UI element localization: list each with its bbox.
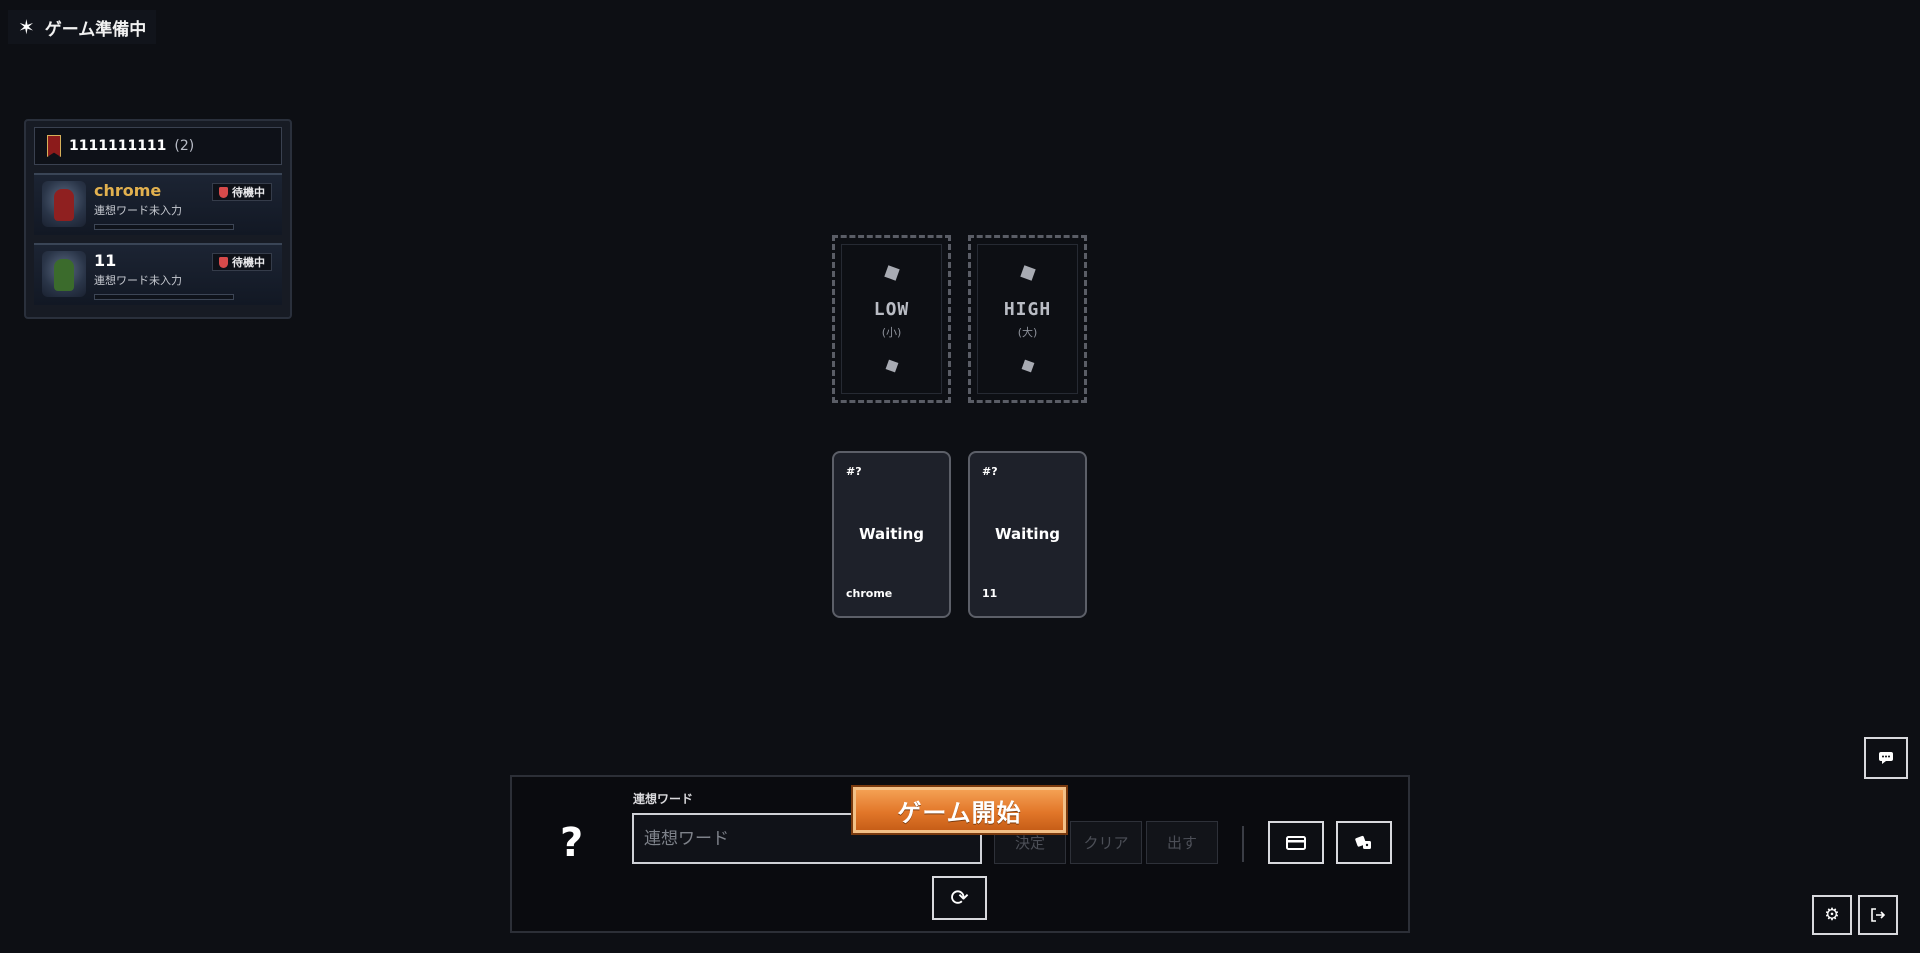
word-label: 連想ワード	[633, 792, 694, 806]
card-button[interactable]	[1268, 821, 1324, 864]
star-icon: ✶	[18, 15, 35, 39]
diamond-icon	[1021, 359, 1034, 373]
status-text: ゲーム準備中	[44, 19, 147, 40]
chat-button[interactable]	[1864, 737, 1908, 779]
status-badge: 待機中	[212, 183, 272, 201]
card-state: Waiting	[858, 525, 924, 543]
high-sublabel: (大)	[1017, 325, 1038, 339]
players-panel: 1111111111 (2) chrome 連想ワード未入力 待機中 11 連想…	[24, 119, 292, 319]
card-owner: 11	[982, 587, 998, 600]
clear-button[interactable]: クリア	[1070, 821, 1142, 864]
start-game-button[interactable]: ゲーム開始	[851, 785, 1068, 835]
team-header[interactable]: 1111111111 (2)	[34, 127, 282, 165]
high-label: HIGH	[1003, 298, 1052, 320]
settings-button[interactable]: ⚙	[1812, 895, 1852, 935]
dice-button[interactable]	[1336, 821, 1392, 864]
player-progress-bar	[94, 294, 234, 300]
diamond-icon	[1019, 265, 1036, 281]
gear-icon: ⚙	[1824, 905, 1840, 925]
exit-icon	[1871, 908, 1886, 922]
player-card[interactable]: 11 連想ワード未入力 待機中	[34, 243, 282, 305]
card-state: Waiting	[994, 525, 1060, 543]
diamond-icon	[883, 265, 900, 281]
exit-button[interactable]	[1858, 895, 1898, 935]
status-badge: 待機中	[212, 253, 272, 271]
question-mark: ?	[560, 820, 584, 866]
divider	[1242, 826, 1244, 862]
low-label: LOW	[873, 298, 910, 320]
status-badge-label: 待機中	[232, 186, 265, 199]
player-word-status: 連想ワード未入力	[94, 204, 182, 217]
player-progress-bar	[94, 224, 234, 230]
dice-icon	[1355, 835, 1371, 849]
low-sublabel: (小)	[881, 325, 902, 339]
card-number: #?	[982, 465, 998, 478]
shield-icon	[219, 186, 228, 198]
card-owner: chrome	[846, 587, 893, 600]
player-card-slot[interactable]: #? Waiting 11	[968, 451, 1087, 618]
avatar	[42, 181, 86, 227]
diamond-icon	[885, 359, 898, 373]
game-status: ✶ ゲーム準備中	[8, 10, 157, 44]
team-name: 1111111111	[69, 138, 167, 154]
team-count: (2)	[174, 138, 195, 154]
refresh-button[interactable]: ⟳	[932, 876, 987, 920]
player-card-slot[interactable]: #? Waiting chrome	[832, 451, 951, 618]
submit-button[interactable]: 出す	[1146, 821, 1218, 864]
team-banner-icon	[47, 135, 61, 157]
refresh-icon: ⟳	[950, 885, 969, 911]
card-icon	[1286, 835, 1306, 850]
player-card[interactable]: chrome 連想ワード未入力 待機中	[34, 173, 282, 235]
avatar	[42, 251, 86, 297]
player-word-status: 連想ワード未入力	[94, 274, 182, 287]
chat-icon	[1879, 752, 1893, 764]
high-slot[interactable]: HIGH (大)	[968, 235, 1087, 403]
low-slot[interactable]: LOW (小)	[832, 235, 951, 403]
card-number: #?	[846, 465, 862, 478]
shield-icon	[219, 256, 228, 268]
status-badge-label: 待機中	[232, 256, 265, 269]
